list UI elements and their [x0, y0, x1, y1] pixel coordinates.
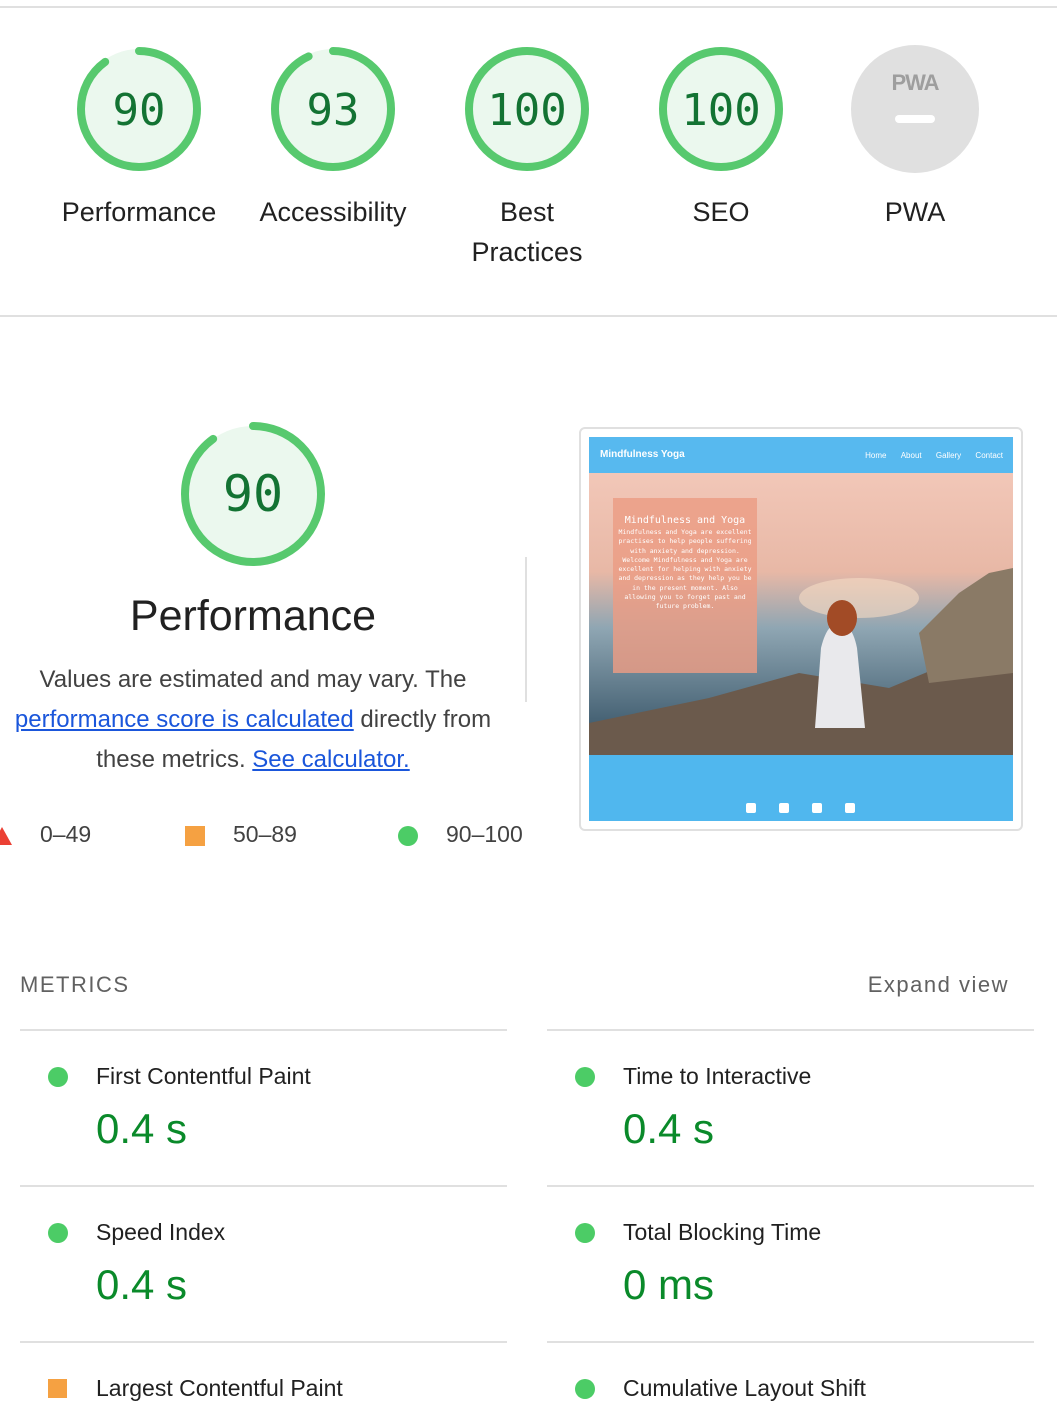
screenshot-nav-links: Home About Gallery Contact	[853, 451, 1003, 460]
screenshot-hero-card: Mindfulness and Yoga Mindfulness and Yog…	[613, 498, 757, 673]
performance-gauge-ring: 90	[77, 47, 201, 171]
gauge-score: 100	[681, 85, 760, 136]
screenshot-footer	[589, 755, 1013, 821]
metric-time-to-interactive[interactable]: Time to Interactive 0.4 s	[547, 1029, 1034, 1185]
metric-label: Time to Interactive	[623, 1063, 812, 1089]
gauge-score: 90	[113, 85, 166, 136]
vertical-divider	[525, 557, 527, 702]
gauge-label: Accessibility	[259, 197, 407, 227]
gauge-label: Performance	[61, 197, 217, 227]
facebook-icon	[746, 803, 756, 813]
performance-title: Performance	[129, 592, 377, 640]
legend-label: 50–89	[233, 821, 297, 847]
section-divider	[0, 315, 1057, 317]
gauge-seo[interactable]: 100 SEO	[624, 44, 818, 232]
metrics-heading: METRICS	[20, 972, 130, 997]
performance-score: 90	[223, 465, 283, 523]
screenshot-navbar: Mindfulness Yoga Home About Gallery Cont…	[589, 437, 1013, 473]
metric-label: Total Blocking Time	[623, 1219, 822, 1245]
legend-label: 90–100	[446, 821, 523, 847]
gauge-label: SEO	[692, 197, 750, 227]
desc-text-2: directly from	[353, 706, 492, 733]
screenshot-card-body: Mindfulness and Yoga are excellent pract…	[618, 528, 752, 611]
youtube-icon	[812, 803, 822, 813]
screenshot-nav-item: About	[900, 451, 922, 460]
gauge-score: 93	[307, 85, 360, 136]
metric-value: 0.4 s	[96, 1261, 188, 1308]
screenshot-nav-item: Contact	[975, 451, 1003, 460]
screenshot-nav-item: Gallery	[935, 451, 962, 460]
category-gauges: 90 Performance 93 Accessibility 100 Best…	[0, 0, 1057, 316]
gauge-best-practices[interactable]: 100 Best Practices	[430, 44, 624, 272]
gauge-performance[interactable]: 90 Performance	[42, 44, 236, 232]
pwa-badge-icon: PWA	[851, 45, 979, 173]
pass-circle-icon	[575, 1067, 595, 1087]
performance-score-gauge: 90	[181, 422, 325, 566]
metric-total-blocking-time[interactable]: Total Blocking Time 0 ms	[547, 1185, 1034, 1341]
expand-view-toggle[interactable]: Expand view	[868, 972, 1009, 998]
gauge-score: 100	[487, 85, 566, 136]
metric-largest-contentful-paint[interactable]: Largest Contentful Paint	[20, 1341, 507, 1423]
screenshot-nav-item: Home	[865, 451, 887, 460]
metric-speed-index[interactable]: Speed Index 0.4 s	[20, 1185, 507, 1341]
metric-first-contentful-paint[interactable]: First Contentful Paint 0.4 s	[20, 1029, 507, 1185]
pass-circle-icon	[48, 1223, 68, 1243]
fail-triangle-icon	[0, 826, 12, 845]
gauge-pwa[interactable]: PWA PWA	[818, 44, 1012, 232]
pass-circle-icon	[575, 1379, 595, 1399]
metric-value: 0.4 s	[623, 1105, 715, 1152]
pass-circle-icon	[575, 1223, 595, 1243]
pass-circle-icon	[398, 825, 418, 846]
gauge-label: PWA	[884, 197, 946, 227]
metric-value: 0 ms	[623, 1261, 715, 1308]
best-practices-gauge-ring: 100	[465, 47, 589, 171]
metric-label: Largest Contentful Paint	[96, 1375, 343, 1401]
legend-fail: 0–49	[0, 816, 91, 852]
metric-label: Speed Index	[96, 1219, 226, 1245]
pwa-dash-icon	[895, 115, 935, 123]
gauge-label: Best Practices	[471, 197, 583, 267]
screenshot-brand: Mindfulness Yoga	[600, 449, 685, 460]
metric-cumulative-layout-shift[interactable]: Cumulative Layout Shift	[547, 1341, 1034, 1423]
pwa-logo-text: PWA	[891, 70, 939, 95]
score-calculated-link[interactable]: performance score is calculated	[15, 706, 354, 733]
average-square-icon	[185, 825, 205, 846]
pass-circle-icon	[48, 1067, 68, 1087]
legend-pass: 90–100	[398, 816, 523, 852]
legend-label: 0–49	[40, 821, 92, 847]
performance-description: Values are estimated and may vary. The p…	[0, 660, 506, 780]
average-square-icon	[48, 1379, 67, 1398]
twitter-icon	[779, 803, 789, 813]
legend-average: 50–89	[185, 816, 297, 852]
metric-value: 0.4 s	[96, 1105, 188, 1152]
seo-gauge-ring: 100	[659, 47, 783, 171]
desc-text-3: these metrics.	[96, 746, 253, 773]
see-calculator-link[interactable]: See calculator.	[252, 746, 409, 773]
instagram-icon	[845, 803, 855, 813]
final-screenshot: Mindfulness Yoga Home About Gallery Cont…	[589, 437, 1013, 821]
metric-label: Cumulative Layout Shift	[623, 1375, 866, 1401]
desc-text-1: Values are estimated and may vary. The	[39, 666, 467, 693]
gauge-accessibility[interactable]: 93 Accessibility	[236, 44, 430, 232]
metric-label: First Contentful Paint	[96, 1063, 311, 1089]
screenshot-card-title: Mindfulness and Yoga	[624, 515, 746, 526]
accessibility-gauge-ring: 93	[271, 47, 395, 171]
